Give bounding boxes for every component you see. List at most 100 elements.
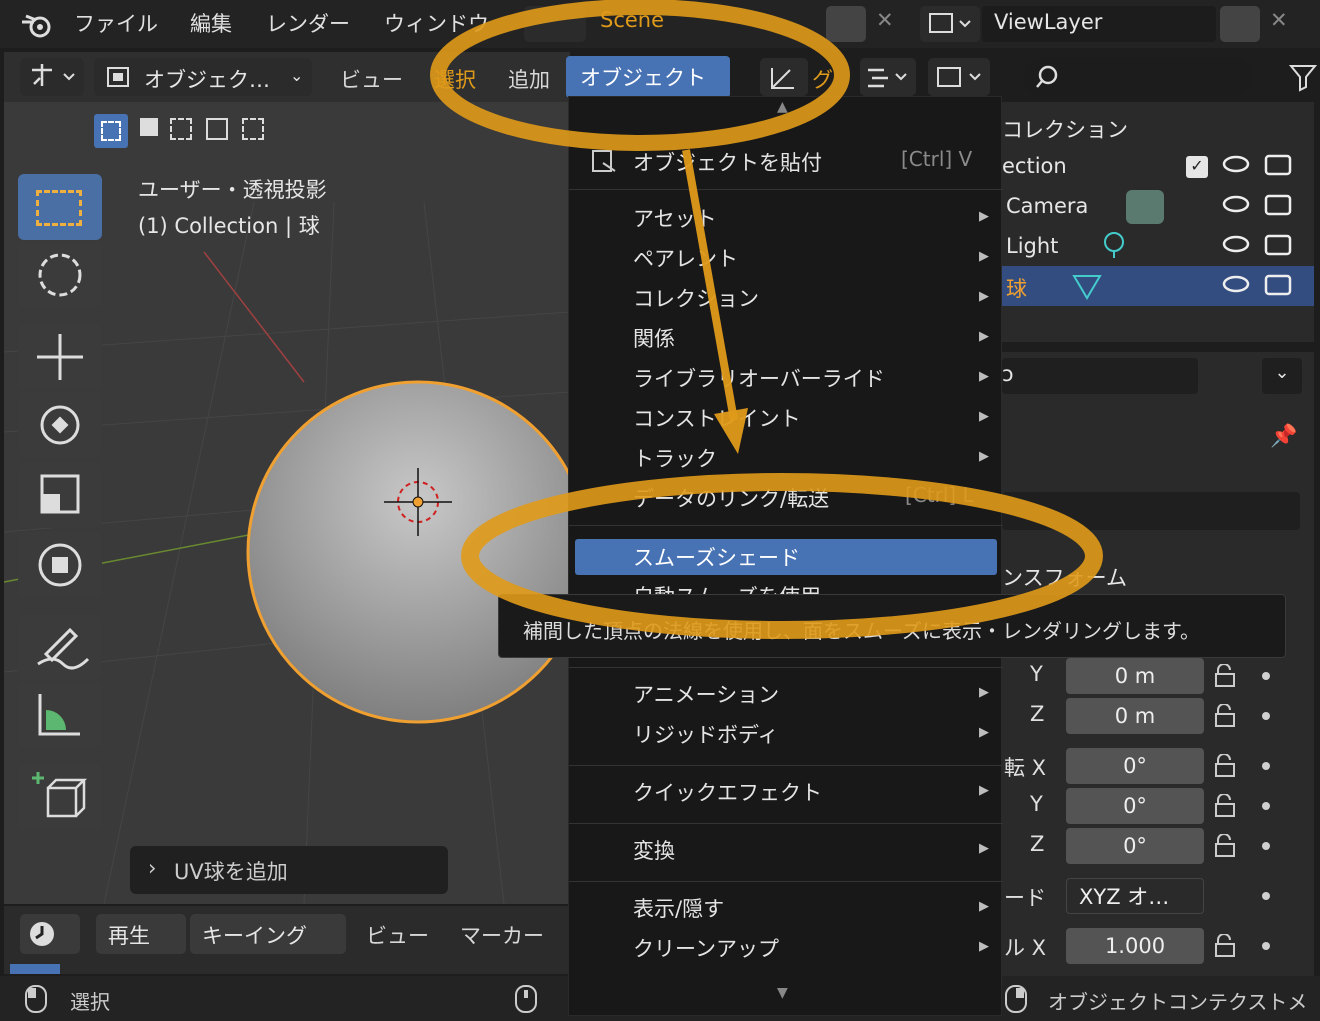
lock-icon[interactable]	[1210, 704, 1240, 728]
chevron-down-icon[interactable]: ⌄	[1262, 358, 1302, 394]
display-mode-icon[interactable]	[928, 58, 990, 96]
playback-menu[interactable]: 再生	[96, 914, 186, 954]
menu-object[interactable]: オブジェクト	[566, 56, 730, 98]
select-intersect-icon[interactable]	[242, 118, 270, 144]
keyframe-dot[interactable]	[1262, 672, 1270, 680]
menu-item-relations[interactable]: 関係	[633, 323, 675, 353]
menu-item-parent[interactable]: ペアレント	[633, 243, 738, 273]
menu-item-quick-effects[interactable]: クイックエフェクト	[633, 777, 822, 807]
transform-orientation-icon[interactable]	[760, 58, 808, 96]
menu-edit[interactable]: 編集	[190, 8, 232, 38]
select-extend-icon[interactable]	[132, 118, 160, 144]
menu-file[interactable]: ファイル	[74, 8, 158, 38]
menu-item-convert[interactable]: 変換	[633, 835, 675, 865]
rotation-mode-dropdown[interactable]: XYZ オ…	[1066, 878, 1204, 914]
object-name-field[interactable]: ɔ	[1002, 358, 1198, 394]
location-y-field[interactable]: 0 m	[1066, 658, 1204, 694]
menu-item-paste[interactable]: オブジェクトを貼付	[633, 147, 822, 177]
pin-icon[interactable]: 📌	[1270, 424, 1297, 449]
scale-tool[interactable]	[18, 462, 102, 528]
lock-icon[interactable]	[1210, 664, 1240, 688]
menu-item-cleanup[interactable]: クリーンアップ	[633, 933, 779, 963]
keyframe-dot[interactable]	[1262, 712, 1270, 720]
scale-x-field[interactable]: 1.000	[1066, 928, 1204, 964]
menu-item-collection[interactable]: コレクション	[633, 283, 759, 313]
menu-select[interactable]: 選択	[434, 64, 476, 94]
viewlayer-field[interactable]: ViewLayer	[982, 6, 1216, 42]
transform-pivot-icon[interactable]	[20, 58, 84, 96]
last-operation-panel[interactable]: › UV球を追加	[130, 846, 448, 894]
new-scene-icon[interactable]	[826, 6, 866, 42]
cursor-tool[interactable]	[18, 242, 102, 308]
light-data-icon[interactable]	[1100, 230, 1128, 260]
scroll-down-icon[interactable]: ▼	[777, 985, 788, 1001]
mode-selector[interactable]: オブジェク… ⌄	[94, 58, 312, 96]
keyframe-dot[interactable]	[1262, 942, 1270, 950]
rotation-y-field[interactable]: 0°	[1066, 788, 1204, 824]
sphere-object[interactable]	[246, 380, 570, 724]
scroll-up-icon[interactable]: ▲	[777, 99, 788, 115]
menu-item-library-override[interactable]: ライブラリオーバーライド	[633, 363, 885, 393]
outliner-row-camera[interactable]: Camera	[1006, 194, 1088, 218]
rotate-tool[interactable]	[18, 392, 102, 458]
viewlayer-selector-button[interactable]	[920, 6, 980, 42]
menu-render[interactable]: レンダー	[266, 8, 350, 38]
scene-selector-button[interactable]	[524, 6, 586, 42]
close-icon[interactable]: ✕	[876, 8, 894, 32]
close-viewlayer-icon[interactable]: ✕	[1270, 8, 1288, 32]
menu-item-link-transfer[interactable]: データのリンク/転送	[633, 483, 829, 513]
visibility-icons[interactable]	[1222, 154, 1312, 304]
menu-view[interactable]: ビュー	[340, 64, 403, 94]
keyframe-dot[interactable]	[1262, 762, 1270, 770]
select-subtract-icon[interactable]	[170, 118, 198, 144]
keying-menu[interactable]: キーイング	[190, 914, 346, 954]
scene-name-field[interactable]: Scene	[600, 8, 664, 32]
menu-item-show-hide[interactable]: 表示/隠す	[633, 893, 724, 923]
collection-row-label[interactable]: ection	[1002, 154, 1067, 178]
frame-indicator[interactable]	[10, 964, 60, 974]
camera-data-icon[interactable]	[1126, 190, 1164, 224]
menu-item-track[interactable]: トラック	[633, 443, 717, 473]
object-data-field[interactable]	[1002, 492, 1300, 530]
transform-tool[interactable]	[18, 532, 102, 598]
menu-item-auto-smooth[interactable]: 自動スムーズを使用	[633, 581, 833, 595]
select-new-icon[interactable]	[94, 114, 128, 148]
lock-icon[interactable]	[1210, 794, 1240, 818]
select-difference-icon[interactable]	[206, 118, 234, 144]
lock-icon[interactable]	[1210, 754, 1240, 778]
menu-item-animation[interactable]: アニメーション	[633, 679, 779, 709]
filter-icon[interactable]	[1288, 62, 1318, 92]
blender-logo-icon[interactable]	[20, 10, 54, 40]
lock-icon[interactable]	[1210, 834, 1240, 858]
select-box-tool[interactable]	[18, 174, 102, 240]
new-viewlayer-icon[interactable]	[1220, 6, 1260, 42]
outliner-filter-icon[interactable]	[860, 58, 916, 96]
rotation-z-field[interactable]: 0°	[1066, 828, 1204, 864]
outliner-row-light[interactable]: Light	[1006, 234, 1058, 258]
measure-tool[interactable]	[18, 682, 102, 748]
collection-checkbox[interactable]: ✓	[1186, 156, 1208, 178]
add-cube-tool[interactable]	[18, 764, 102, 830]
mode-label: オブジェク…	[144, 68, 270, 92]
menu-item-constraint[interactable]: コンストレイント	[633, 403, 801, 433]
menu-partial[interactable]: グ	[812, 64, 833, 94]
menu-add[interactable]: 追加	[508, 64, 550, 94]
keyframe-dot[interactable]	[1262, 842, 1270, 850]
move-tool[interactable]	[18, 324, 102, 390]
lock-icon[interactable]	[1210, 934, 1240, 958]
timeline-marker-menu[interactable]: マーカー	[460, 920, 544, 950]
transform-panel-header[interactable]: ンスフォーム	[1002, 562, 1127, 592]
location-z-field[interactable]: 0 m	[1066, 698, 1204, 734]
clock-icon[interactable]	[20, 914, 80, 954]
keyframe-dot[interactable]	[1262, 892, 1270, 900]
menu-item-shade-smooth[interactable]: スムーズシェード	[575, 539, 997, 575]
menu-item-asset[interactable]: アセット	[633, 203, 717, 233]
annotate-tool[interactable]	[18, 614, 102, 680]
keyframe-dot[interactable]	[1262, 802, 1270, 810]
search-input[interactable]	[1024, 58, 1252, 96]
menu-window[interactable]: ウィンドウ	[384, 8, 489, 38]
timeline-view-menu[interactable]: ビュー	[366, 920, 429, 950]
menu-item-rigid-body[interactable]: リジッドボディ	[633, 719, 779, 749]
view-name-label: ユーザー・透視投影	[138, 178, 327, 202]
rotation-x-field[interactable]: 0°	[1066, 748, 1204, 784]
